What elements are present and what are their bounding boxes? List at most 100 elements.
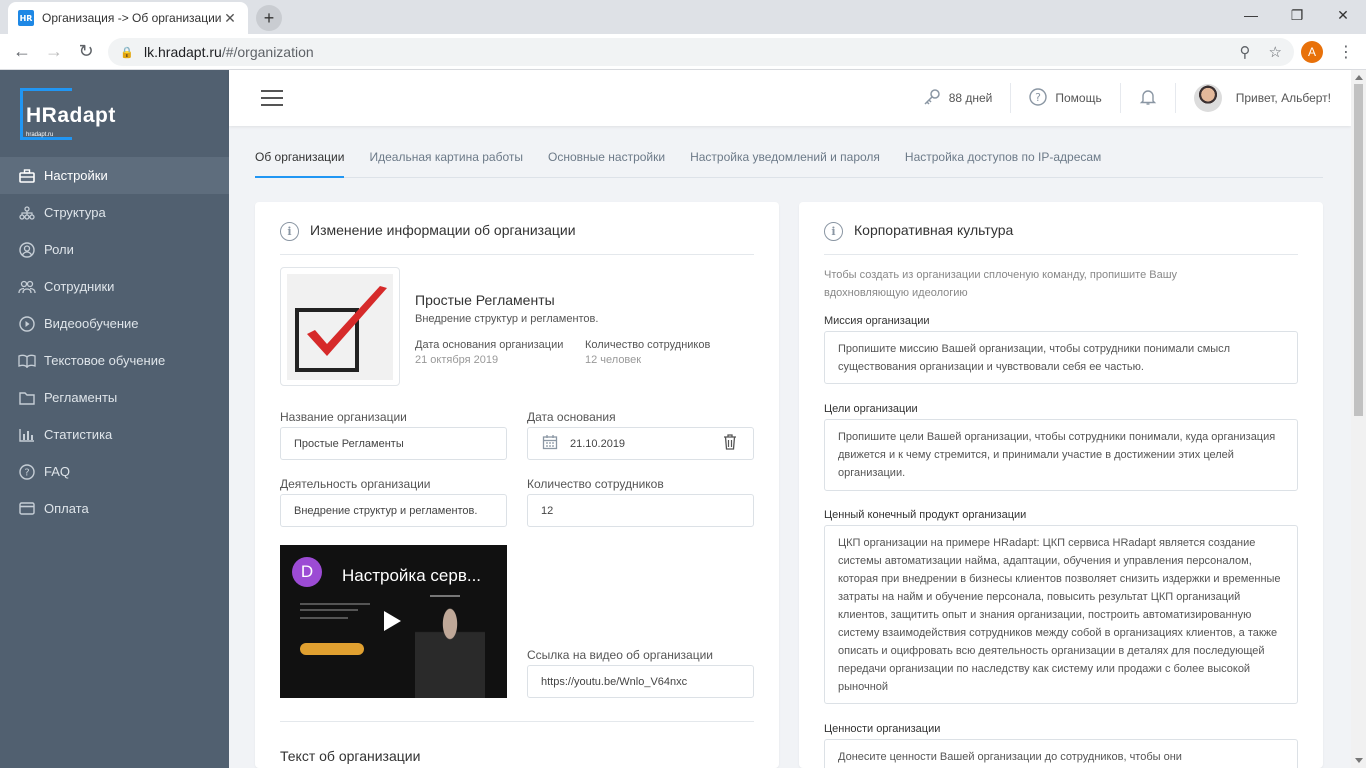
reload-icon[interactable]: ↻ xyxy=(70,36,102,68)
sidebar-item-label: Оплата xyxy=(44,501,89,516)
organization-name: Простые Регламенты xyxy=(415,292,555,308)
bell-icon xyxy=(1139,88,1157,109)
key-icon xyxy=(923,88,941,109)
sidebar-item-settings[interactable]: Настройки xyxy=(0,157,229,194)
tab-ip-access[interactable]: Настройка доступов по IP-адресам xyxy=(905,139,1101,178)
organization-name-input[interactable]: Простые Регламенты xyxy=(280,427,507,460)
organization-info-card: i Изменение информации об организации Пр… xyxy=(255,202,779,768)
key-icon[interactable]: ⚲ xyxy=(1240,43,1251,61)
sidebar-item-label: Роли xyxy=(44,242,74,257)
employee-count-input[interactable]: 12 xyxy=(527,494,754,527)
address-bar[interactable]: 🔒 lk.hradapt.ru/#/organization ⚲ ☆ xyxy=(108,38,1294,66)
info-icon: i xyxy=(280,222,299,241)
question-circle-icon: ? xyxy=(1029,87,1048,109)
browser-toolbar: ← → ↻ 🔒 lk.hradapt.ru/#/organization ⚲ ☆… xyxy=(0,34,1366,70)
video-preview[interactable]: D Настройка серв... xyxy=(280,545,507,698)
menu-icon[interactable]: ⋮ xyxy=(1338,42,1354,62)
founding-date-input[interactable]: 21.10.2019 xyxy=(527,427,754,460)
sidebar-item-video-training[interactable]: Видеообучение xyxy=(0,305,229,342)
close-window-icon[interactable]: ✕ xyxy=(1320,0,1366,30)
mission-textarea[interactable]: Пропишите миссию Вашей организации, чтоб… xyxy=(824,331,1298,384)
goals-textarea[interactable]: Пропишите цели Вашей организации, чтобы … xyxy=(824,419,1298,491)
ckp-textarea[interactable]: ЦКП организации на примере HRadapt: ЦКП … xyxy=(824,525,1298,704)
sidebar-item-label: Структура xyxy=(44,205,106,220)
days-text: 88 дней xyxy=(948,91,993,105)
sidebar-item-label: Текстовое обучение xyxy=(44,353,166,368)
date-field-label: Дата основания xyxy=(527,410,616,424)
tab-notifications-password[interactable]: Настройка уведомлений и пароля xyxy=(690,139,880,178)
scrollbar-thumb[interactable] xyxy=(1354,84,1363,416)
profile-avatar[interactable]: A xyxy=(1301,41,1323,63)
organization-description: Внедрение структур и регламентов. xyxy=(415,313,599,325)
notifications-button[interactable] xyxy=(1121,83,1176,113)
new-tab-button[interactable]: + xyxy=(256,5,282,31)
favicon-icon: HR xyxy=(18,10,34,26)
video-link-input[interactable]: https://youtu.be/Wnlo_V64nxc xyxy=(527,665,754,698)
video-slide-button xyxy=(300,643,364,655)
values-textarea[interactable]: Донесите ценности Вашей организации до с… xyxy=(824,739,1298,768)
help-label: Помощь xyxy=(1055,91,1102,105)
star-icon[interactable]: ☆ xyxy=(1269,43,1282,61)
subscription-days[interactable]: 88 дней xyxy=(905,83,1012,113)
forward-icon[interactable]: → xyxy=(38,36,70,68)
app-header: 88 дней ? Помощь Привет, Альберт! xyxy=(229,70,1351,126)
briefcase-icon xyxy=(18,167,36,185)
info-icon: i xyxy=(824,222,843,241)
about-text-heading: Текст об организации xyxy=(280,748,421,764)
video-link-label: Ссылка на видео об организации xyxy=(527,648,714,662)
browser-tab[interactable]: HR Организация -> Об организации ✕ xyxy=(8,2,248,34)
sidebar-item-faq[interactable]: ? FAQ xyxy=(0,453,229,490)
maximize-icon[interactable]: ❐ xyxy=(1274,0,1320,30)
video-title: Настройка серв... xyxy=(342,566,482,585)
svg-text:?: ? xyxy=(1035,91,1041,104)
tab-main-settings[interactable]: Основные настройки xyxy=(548,139,665,178)
tab-ideal-work-picture[interactable]: Идеальная картина работы xyxy=(369,139,523,178)
play-icon[interactable] xyxy=(384,611,401,631)
sidebar-menu: Настройки Структура Роли Сотрудники Виде… xyxy=(0,157,229,527)
sidebar-item-structure[interactable]: Структура xyxy=(0,194,229,231)
count-field-label: Количество сотрудников xyxy=(527,477,664,491)
sidebar-item-regulations[interactable]: Регламенты xyxy=(0,379,229,416)
presenter-image xyxy=(415,603,485,698)
logo-subtext: hradapt.ru xyxy=(26,132,54,138)
logo[interactable]: HRadapt hradapt.ru xyxy=(20,88,130,144)
tab-about-organization[interactable]: Об организации xyxy=(255,139,345,178)
card-title: Изменение информации об организации xyxy=(310,222,576,238)
help-button[interactable]: ? Помощь xyxy=(1011,83,1121,113)
greeting-text: Привет, Альберт! xyxy=(1235,91,1331,105)
checkmark-logo-icon xyxy=(295,286,387,372)
culture-intro: Чтобы создать из организации сплоченую к… xyxy=(824,269,1178,299)
sidebar-item-payment[interactable]: Оплата xyxy=(0,490,229,527)
user-circle-icon xyxy=(18,241,36,259)
user-menu[interactable]: Привет, Альберт! xyxy=(1176,83,1331,113)
card-title: Корпоративная культура xyxy=(854,222,1014,238)
minimize-icon[interactable]: — xyxy=(1228,0,1274,30)
trash-icon[interactable] xyxy=(723,434,737,453)
hamburger-menu-icon[interactable] xyxy=(261,90,283,106)
svg-text:?: ? xyxy=(24,467,29,478)
organization-logo[interactable] xyxy=(280,267,400,386)
activity-input[interactable]: Внедрение структур и регламентов. xyxy=(280,494,507,527)
sidebar-item-label: Регламенты xyxy=(44,390,118,405)
sidebar-item-employees[interactable]: Сотрудники xyxy=(0,268,229,305)
folder-icon xyxy=(18,389,36,407)
lock-icon: 🔒 xyxy=(120,46,134,59)
close-tab-icon[interactable]: ✕ xyxy=(222,10,238,27)
sidebar-item-text-training[interactable]: Текстовое обучение xyxy=(0,342,229,379)
founded-label: Дата основания организации xyxy=(415,339,564,351)
back-icon[interactable]: ← xyxy=(6,36,38,68)
question-circle-icon: ? xyxy=(18,463,36,481)
sidebar-item-label: Статистика xyxy=(44,427,113,442)
divider xyxy=(280,721,754,722)
values-label: Ценности организации xyxy=(824,723,941,735)
tab-title: Организация -> Об организации xyxy=(42,11,222,25)
page-scrollbar[interactable] xyxy=(1351,70,1366,768)
activity-field-label: Деятельность организации xyxy=(280,477,431,491)
scroll-down-icon[interactable] xyxy=(1355,758,1363,763)
channel-avatar: D xyxy=(292,557,322,587)
book-icon xyxy=(18,352,36,370)
sidebar-item-statistics[interactable]: Статистика xyxy=(0,416,229,453)
scroll-up-icon[interactable] xyxy=(1355,75,1363,80)
users-icon xyxy=(18,278,36,296)
sidebar-item-roles[interactable]: Роли xyxy=(0,231,229,268)
